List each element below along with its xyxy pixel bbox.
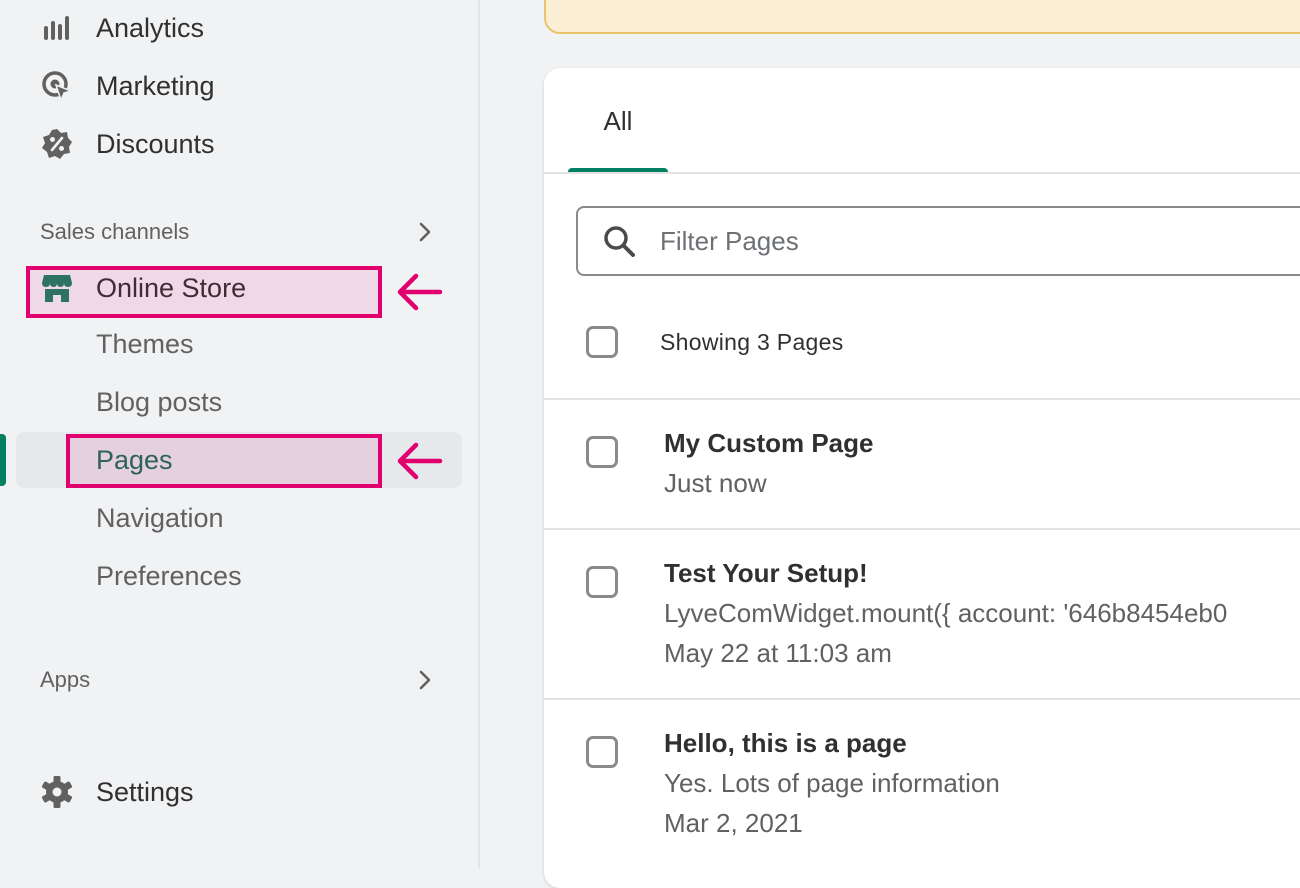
arrow-left-icon bbox=[397, 273, 443, 311]
sidebar-item-settings[interactable]: Settings bbox=[40, 770, 194, 814]
sidebar-subitem-blog-posts[interactable]: Blog posts bbox=[96, 380, 222, 424]
page-title[interactable]: My Custom Page bbox=[664, 428, 874, 459]
sidebar-item-label: Settings bbox=[96, 776, 194, 807]
search-icon bbox=[602, 221, 642, 261]
apps-header[interactable]: Apps bbox=[40, 662, 438, 698]
discounts-icon bbox=[40, 124, 80, 164]
chevron-right-icon[interactable] bbox=[412, 219, 438, 245]
notice-banner bbox=[544, 0, 1300, 34]
tab-label: All bbox=[603, 105, 633, 136]
search-input[interactable] bbox=[658, 224, 1262, 258]
online-store-highlight bbox=[26, 266, 382, 318]
sidebar-item-label: Marketing bbox=[96, 70, 215, 101]
select-all-checkbox[interactable] bbox=[586, 326, 618, 358]
marketing-icon bbox=[40, 66, 80, 106]
divider bbox=[544, 172, 1300, 174]
sidebar-subitem-navigation[interactable]: Navigation bbox=[96, 496, 224, 540]
gear-icon bbox=[40, 772, 80, 812]
row-checkbox[interactable] bbox=[586, 566, 618, 598]
filter-pages-search[interactable] bbox=[576, 206, 1300, 276]
page-title[interactable]: Test Your Setup! bbox=[664, 558, 868, 589]
divider bbox=[544, 398, 1300, 400]
sidebar-item-label: Analytics bbox=[96, 12, 205, 43]
divider bbox=[544, 528, 1300, 530]
active-indicator bbox=[0, 434, 6, 486]
divider bbox=[544, 698, 1300, 700]
sidebar-item-label: Discounts bbox=[96, 128, 215, 159]
sidebar-subitem-label: Navigation bbox=[96, 502, 224, 533]
analytics-icon bbox=[40, 8, 80, 48]
page-title[interactable]: Hello, this is a page bbox=[664, 728, 907, 759]
sidebar-item-analytics[interactable]: Analytics bbox=[40, 6, 204, 50]
apps-heading: Apps bbox=[40, 667, 91, 692]
tab-all[interactable]: All bbox=[568, 68, 668, 174]
arrow-left-icon bbox=[397, 442, 443, 480]
chevron-right-icon[interactable] bbox=[412, 667, 438, 693]
page-updated: Mar 2, 2021 bbox=[664, 808, 803, 838]
page-updated: May 22 at 11:03 am bbox=[664, 638, 892, 668]
page-updated: Just now bbox=[664, 468, 767, 498]
row-checkbox[interactable] bbox=[586, 736, 618, 768]
sidebar-subitem-label: Blog posts bbox=[96, 386, 223, 417]
sidebar-item-discounts[interactable]: Discounts bbox=[40, 122, 215, 166]
pages-card: All Showing 3 Pages My Custom Page Just … bbox=[544, 68, 1300, 888]
sidebar-subitem-label: Themes bbox=[96, 328, 194, 359]
page-excerpt: Yes. Lots of page information bbox=[664, 768, 1000, 798]
row-checkbox[interactable] bbox=[586, 436, 618, 468]
sidebar-subitem-preferences[interactable]: Preferences bbox=[96, 554, 242, 598]
sales-channels-heading: Sales channels bbox=[40, 219, 190, 244]
showing-count: Showing 3 Pages bbox=[660, 328, 844, 355]
sales-channels-header[interactable]: Sales channels bbox=[40, 214, 438, 250]
sidebar-subitem-label: Preferences bbox=[96, 560, 242, 591]
sidebar-item-marketing[interactable]: Marketing bbox=[40, 64, 215, 108]
sidebar-subitem-themes[interactable]: Themes bbox=[96, 322, 194, 366]
page-excerpt: LyveComWidget.mount({ account: '646b8454… bbox=[664, 598, 1228, 628]
pages-highlight bbox=[66, 434, 382, 488]
